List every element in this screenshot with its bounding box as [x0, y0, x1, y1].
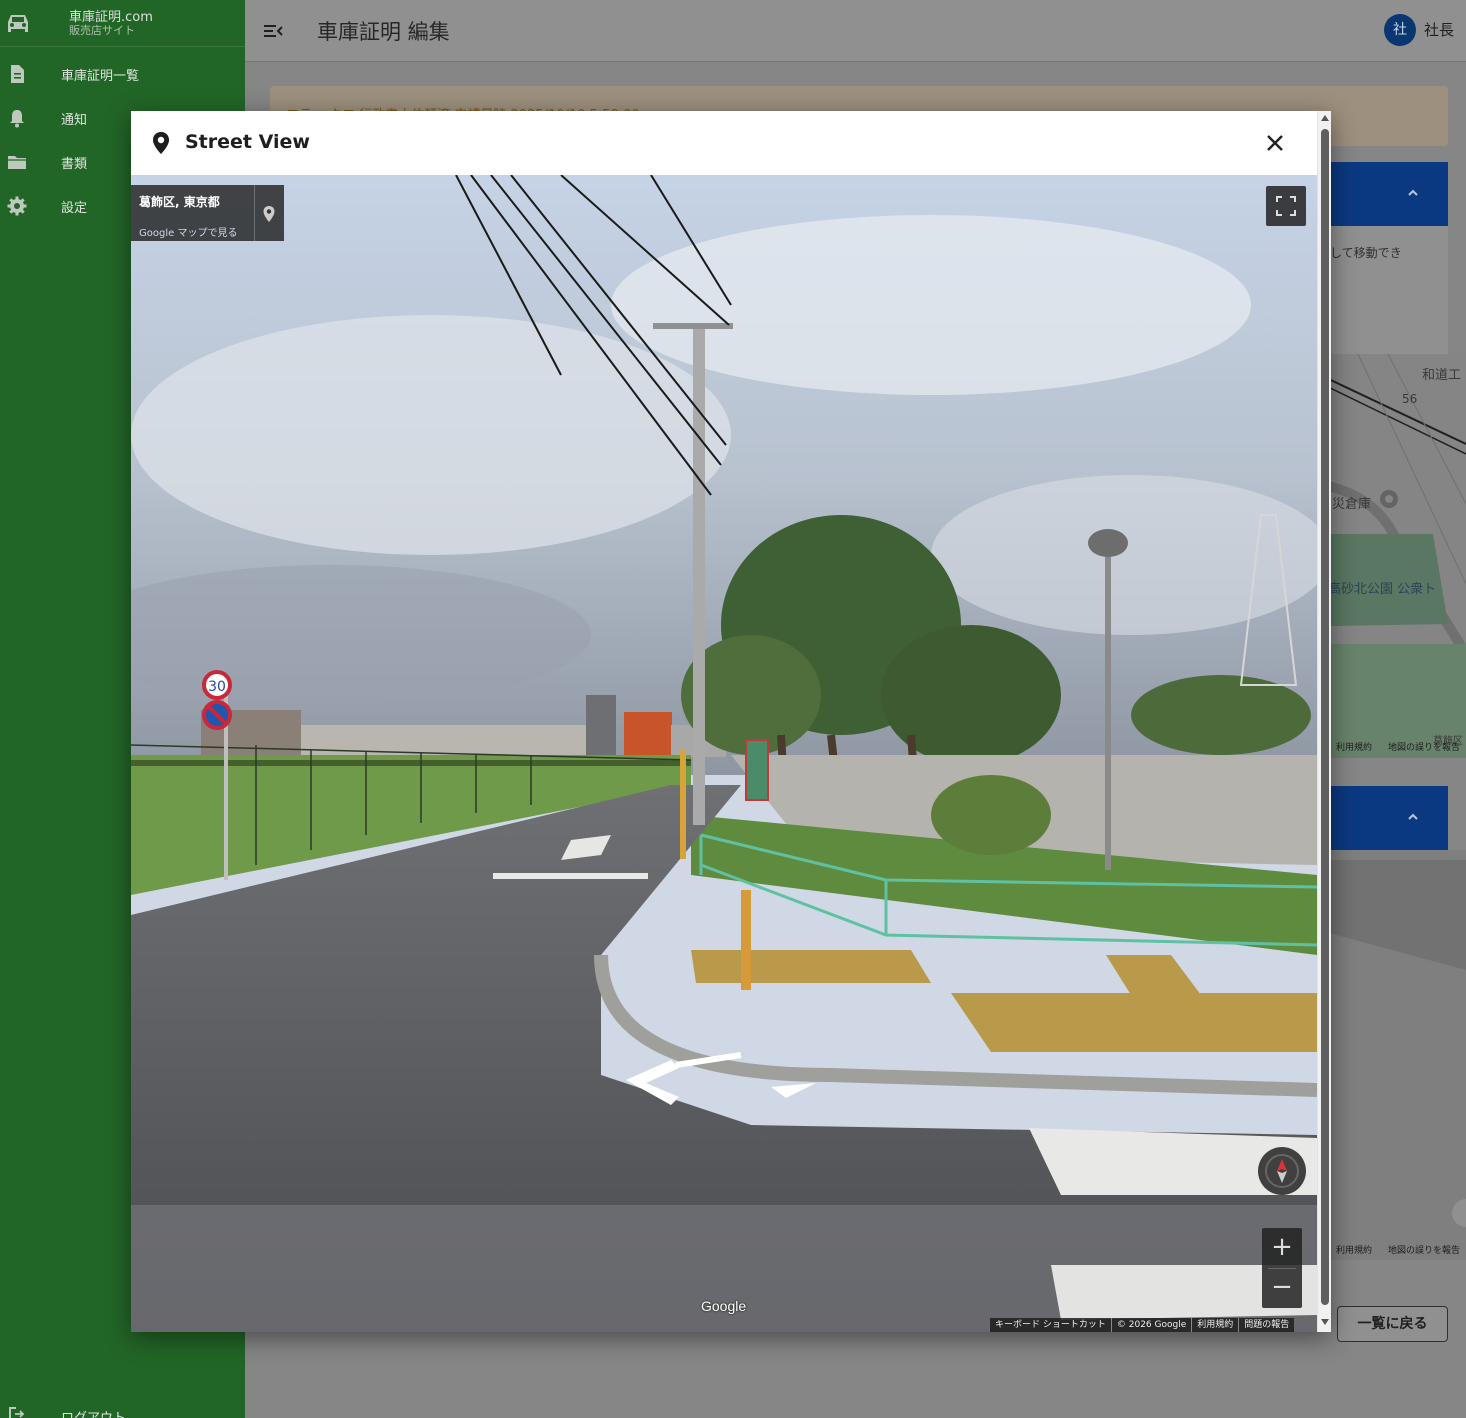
fullscreen-button[interactable]	[1266, 186, 1306, 226]
page-title: 車庫証明 編集	[317, 20, 450, 44]
map-card-header[interactable]	[1318, 162, 1448, 226]
map-graphic	[1318, 354, 1466, 758]
compass-icon	[1265, 1154, 1299, 1188]
logout-button[interactable]: ログアウト	[0, 1400, 245, 1418]
location-title: 葛飾区, 東京都	[139, 195, 220, 209]
chevron-up-icon	[1408, 813, 1418, 820]
streetview-card-header[interactable]	[1318, 786, 1448, 850]
zoom-in-button[interactable]: +	[1262, 1228, 1302, 1268]
sidebar-item-label: 車庫証明一覧	[61, 69, 140, 84]
copyright-text: © 2026 Google	[1112, 1318, 1193, 1332]
divider	[254, 185, 255, 241]
street-view-panorama[interactable]: 30 葛飾区, 東京都 Google マップで見る + − Google キーボ…	[131, 175, 1317, 1332]
app-bar: 車庫証明 編集 社 社長	[245, 0, 1466, 62]
back-to-list-button[interactable]: 一覧に戻る	[1337, 1306, 1448, 1342]
location-info-card: 葛飾区, 東京都 Google マップで見る	[131, 185, 284, 241]
zoom-out-button[interactable]: −	[1262, 1268, 1302, 1308]
dialog-title: Street View	[185, 131, 310, 153]
map-label: 災倉庫	[1332, 497, 1372, 512]
map-label: 高砂北公園 公衆ト	[1328, 582, 1437, 597]
sidebar-item-garage-certificates[interactable]: 車庫証明一覧	[0, 54, 245, 94]
map-report-link[interactable]: 地図の誤りを報告	[1388, 740, 1460, 753]
map-card-hint: して移動でき	[1318, 226, 1448, 354]
zoom-controls: + −	[1262, 1228, 1302, 1308]
close-icon[interactable]	[1262, 130, 1288, 156]
chevron-up-icon	[1408, 189, 1418, 196]
scroll-down-icon[interactable]	[1321, 1319, 1329, 1325]
map-terms-link[interactable]: 利用規約	[1336, 740, 1372, 753]
keyboard-shortcuts-link[interactable]: キーボード ショートカット	[990, 1318, 1112, 1332]
map-hint-text: して移動でき	[1330, 246, 1402, 260]
sidebar-item-label: 設定	[61, 201, 88, 216]
sidebar-item-label: 書類	[61, 157, 88, 172]
terms-link[interactable]: 利用規約	[1192, 1318, 1240, 1332]
gear-icon	[7, 196, 27, 216]
scrollbar-thumb[interactable]	[1321, 129, 1329, 1305]
background-streetview[interactable]: 利用規約 地図の誤りを報告	[1318, 850, 1466, 1260]
scroll-up-icon[interactable]	[1321, 115, 1329, 121]
sidebar-item-label: 通知	[61, 113, 88, 128]
report-problem-link[interactable]: 問題の報告	[1239, 1318, 1294, 1332]
street-view-dialog: Street View 30 葛飾区, 東京都 Google マップで見る + …	[131, 111, 1331, 1332]
brand[interactable]: 車庫証明.com 販売店サイト	[0, 0, 245, 47]
background-map[interactable]: 和道工 56 災倉庫 高砂北公園 公衆ト 葛飾区 利用規約 地図の誤りを報告	[1318, 354, 1466, 758]
street-view-image[interactable]: 30	[131, 175, 1317, 1332]
car-icon	[8, 15, 28, 32]
dialog-header: Street View	[131, 111, 1317, 175]
location-pin-icon	[153, 132, 169, 154]
dialog-scrollbar[interactable]	[1317, 111, 1331, 1332]
google-logo: Google	[701, 1298, 747, 1314]
folder-icon	[8, 156, 26, 169]
fullscreen-icon	[1276, 196, 1296, 216]
attribution-bar: キーボード ショートカット © 2026 Google 利用規約 問題の報告	[990, 1318, 1295, 1332]
streetview-graphic	[1318, 860, 1466, 1227]
menu-collapse-icon[interactable]	[262, 20, 284, 42]
google-maps-link[interactable]: Google マップで見る	[139, 224, 237, 239]
bell-icon	[10, 110, 24, 128]
brand-subtitle: 販売店サイト	[69, 24, 135, 37]
streetview-terms-link[interactable]: 利用規約	[1336, 1243, 1372, 1256]
logout-label: ログアウト	[61, 1407, 126, 1418]
nav-arrow-right[interactable]	[771, 1083, 816, 1098]
streetview-report-link[interactable]: 地図の誤りを報告	[1388, 1243, 1460, 1256]
map-label: 56	[1402, 392, 1418, 406]
compass-button[interactable]	[1258, 1147, 1306, 1195]
map-pin-icon[interactable]	[262, 205, 276, 223]
speed-limit-text: 30	[208, 679, 226, 695]
map-label: 和道工	[1422, 368, 1462, 383]
logout-icon	[9, 1407, 25, 1418]
document-icon	[11, 65, 24, 83]
avatar[interactable]: 社	[1384, 14, 1416, 46]
user-name[interactable]: 社長	[1424, 19, 1454, 40]
